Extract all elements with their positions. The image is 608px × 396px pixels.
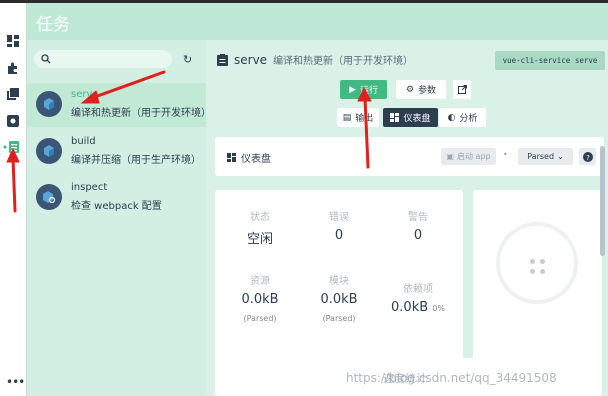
launch-app-button[interactable]: ▣ 启动 app [441,148,496,165]
tab-dashboard-label: 仪表盘 [403,114,431,124]
stat-value: 空闲 [246,232,273,247]
dashboard-toolbar: 仪表盘 ▣ 启动 app • Parsed ⌄ ? [215,137,604,176]
placeholder-dot [530,259,535,264]
stat-warnings: 警告 0 [383,208,453,243]
task-name: serve [71,89,99,100]
page-header: 任务 [27,3,608,40]
run-button[interactable]: ▶ 运行 [340,80,387,99]
dashboard-heading: 仪表盘 [227,150,271,165]
cube-icon [36,91,62,117]
task-item-serve[interactable]: serve 编译和热更新（用于开发环境） [27,83,211,127]
stat-value: 0 [413,228,423,243]
stat-label: 警告 [408,212,428,223]
placeholder-dot [540,259,545,264]
cube-icon [36,138,62,164]
task-title-name: serve [234,52,268,67]
dependencies-icon[interactable] [6,87,20,101]
stat-value: 0 [334,228,344,243]
search-icon [41,54,51,64]
tab-analysis[interactable]: ◐ 分析 [439,108,486,127]
stat-value: 0.0kB [320,292,358,307]
help-icon: ? [582,151,593,162]
stat-errors: 错误 0 [304,208,374,243]
terminal-icon: ▤ [342,112,352,123]
placeholder-dot [530,269,535,274]
stat-label: 资源 [250,276,270,287]
task-desc: 检查 webpack 配置 [71,201,162,212]
plugins-icon[interactable] [6,61,20,75]
module-donut: ... [473,190,602,383]
launch-app-label: 启动 app [456,152,491,161]
dashboard-icon [227,153,236,162]
gear-icon: ⚙ [405,84,415,95]
task-title: serve 编译和热更新（用于开发环境） [217,52,413,67]
donut-icon: ◐ [447,112,456,123]
stat-sub: (Parsed) [322,314,356,323]
nav-rail: ••• [0,3,27,396]
clipboard-icon [217,53,228,66]
task-title-desc: 编译和热更新（用于开发环境） [273,56,414,67]
stat-value: 0.0kB [241,292,279,307]
task-name: build [71,136,96,147]
stat-label: 模块 [329,276,349,287]
scrollbar[interactable] [600,146,605,256]
dashboard-title: 仪表盘 [241,154,271,165]
stat-modules: 模块 0.0kB (Parsed) [304,272,374,323]
stat-value: 0.0kB 0% [383,300,453,315]
task-detail: serve 编译和热更新（用于开发环境） vue-cli-service ser… [206,40,608,396]
search-input[interactable] [34,50,172,68]
stat-status: 状态 空闲 [225,208,295,247]
tab-analysis-label: 分析 [459,114,478,124]
config-icon[interactable] [6,114,20,128]
command-label: vue-cli-service serve [495,51,605,70]
tasks-icon[interactable] [2,140,24,154]
dashboard-icon [390,113,400,122]
svg-text:?: ? [586,154,590,162]
cube-search-icon [36,184,62,210]
refresh-icon[interactable]: ↻ [183,53,192,66]
task-name: inspect [71,182,108,193]
stat-percent: 0% [432,304,445,313]
task-item-inspect[interactable]: inspect 检查 webpack 配置 [27,176,206,220]
separator-dot: • [503,150,508,159]
stat-label: 依赖项 [403,284,433,295]
task-desc: 编译和热更新（用于开发环境） [71,108,211,119]
tab-dashboard[interactable]: 仪表盘 [383,108,438,127]
stat-assets: 资源 0.0kB (Parsed) [225,272,295,323]
chevron-down-icon: ⌄ [557,152,564,161]
open-external-button[interactable] [453,80,471,99]
watermark: https://blog.csdn.net/qq_34491508 [346,371,557,385]
build-stats: 状态 空闲 错误 0 警告 0 资源 0.0kB (Parsed) 模块 0.0… [215,190,463,383]
donut-ring [496,222,578,304]
run-label: 运行 [359,86,378,96]
stat-value-text: 0.0kB [391,300,429,315]
params-button[interactable]: ⚙ 参数 [396,80,446,99]
dashboard-icon[interactable] [6,34,20,48]
stat-dependencies: 依赖项 0.0kB 0% [383,280,453,315]
params-label: 参数 [418,86,437,96]
tab-output-label: 输出 [355,114,374,124]
page-title: 任务 [36,15,70,35]
placeholder-dot [540,269,545,274]
stat-label: 错误 [329,212,349,223]
open-icon: ▣ [446,152,454,161]
task-desc: 编译并压缩（用于生产环境） [71,155,201,166]
size-type-select[interactable]: Parsed ⌄ [518,148,573,165]
task-item-build[interactable]: build 编译并压缩（用于生产环境） [27,130,206,174]
size-type-value: Parsed [527,152,555,161]
more-icon[interactable]: ••• [6,375,25,389]
tab-output[interactable]: ▤ 输出 [337,108,379,127]
task-list: ↻ serve 编译和热更新（用于开发环境） build 编译并压缩（用于生产环… [27,40,211,396]
help-button[interactable]: ? [579,148,596,165]
stat-label: 状态 [250,212,270,223]
play-icon: ▶ [349,84,356,95]
stat-sub: (Parsed) [243,314,277,323]
external-link-icon [457,85,467,94]
